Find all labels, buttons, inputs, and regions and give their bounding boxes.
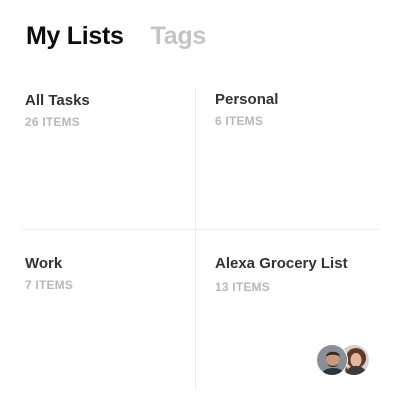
list-item-count: 7 ITEMS: [25, 278, 74, 292]
list-title: All Tasks: [25, 92, 90, 109]
avatar: [316, 344, 348, 376]
vertical-divider: [195, 88, 196, 390]
list-card-personal[interactable]: Personal 6 ITEMS: [215, 91, 385, 221]
list-title: Alexa Grocery List: [215, 255, 348, 272]
list-item-count: 26 ITEMS: [25, 115, 80, 129]
shared-members-avatars[interactable]: [316, 344, 372, 378]
list-title: Personal: [215, 91, 279, 108]
horizontal-divider: [22, 229, 379, 230]
lists-grid: All Tasks 26 ITEMS Personal 6 ITEMS Work…: [0, 0, 400, 411]
list-title: Work: [25, 255, 63, 272]
list-card-all-tasks[interactable]: All Tasks 26 ITEMS: [25, 92, 185, 222]
list-item-count: 6 ITEMS: [215, 114, 264, 128]
list-item-count: 13 ITEMS: [215, 280, 270, 294]
list-card-work[interactable]: Work 7 ITEMS: [25, 255, 185, 385]
